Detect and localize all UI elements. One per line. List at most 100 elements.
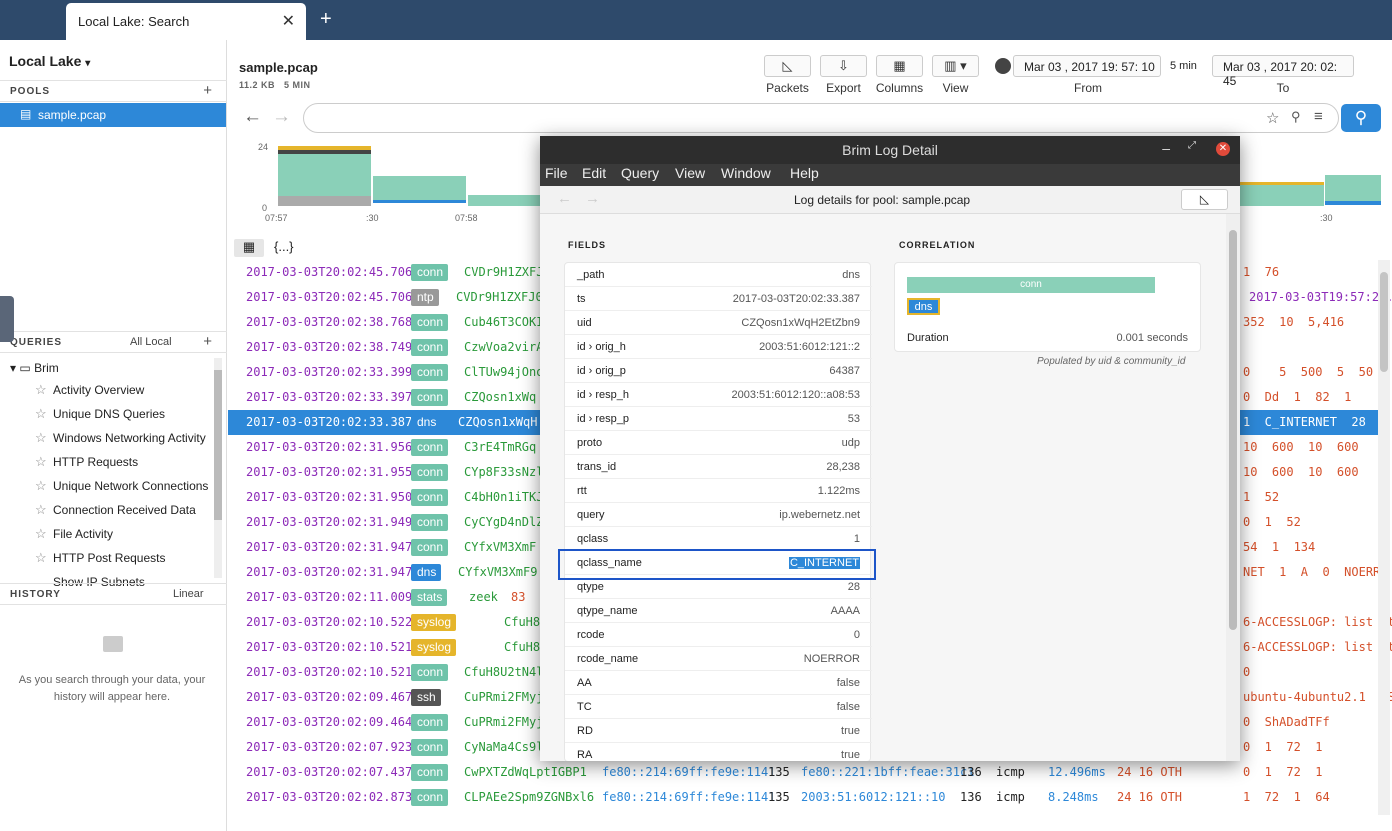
star-icon: ☆	[35, 430, 47, 445]
query-item[interactable]: ☆ Unique Network Connections	[35, 478, 208, 493]
menu-icon[interactable]: ≡	[1314, 108, 1323, 125]
export-button[interactable]: ⇩	[820, 55, 867, 77]
query-item[interactable]: ☆ HTTP Post Requests	[35, 550, 166, 565]
field-value[interactable]: false	[837, 677, 860, 689]
back-arrow-icon[interactable]: ←	[243, 106, 262, 128]
search-button[interactable]: ⚲	[1341, 104, 1381, 132]
field-row[interactable]: trans_id 28,238	[565, 455, 872, 479]
star-icon[interactable]: ☆	[1266, 109, 1279, 127]
field-row[interactable]: _path dns	[565, 263, 872, 287]
forward-arrow-icon[interactable]: →	[272, 106, 291, 128]
query-item[interactable]: ☆ HTTP Requests	[35, 454, 138, 469]
field-value[interactable]: true	[841, 749, 860, 761]
field-value[interactable]: 0	[854, 629, 860, 641]
table-row[interactable]: 2017-03-03T20:02:07.437 conn CwPXTZdWqLptI…	[228, 760, 1388, 785]
tab-local-lake-search[interactable]: Local Lake: Search ✕	[66, 3, 306, 40]
sidebar-toggle[interactable]	[0, 296, 14, 342]
field-value[interactable]: 64387	[829, 365, 860, 377]
add-pool-button[interactable]: +	[203, 82, 213, 99]
corr-conn-bar[interactable]: conn	[907, 277, 1155, 293]
query-item[interactable]: ☆ Activity Overview	[35, 382, 144, 397]
field-row[interactable]: id › resp_p 53	[565, 407, 872, 431]
json-view-icon[interactable]: {...}	[274, 239, 294, 254]
field-row[interactable]: AA false	[565, 671, 872, 695]
lake-selector[interactable]: Local Lake ▾	[9, 53, 90, 69]
field-value[interactable]: 2003:51:6012:121::2	[759, 341, 860, 353]
table-row[interactable]: 2017-03-03T20:02:02.873 conn CLPAEe2Spm9ZG…	[228, 785, 1388, 810]
field-value[interactable]: false	[837, 701, 860, 713]
field-value[interactable]: dns	[842, 269, 860, 281]
packets-button[interactable]: ◺	[1181, 189, 1228, 210]
field-row[interactable]: qtype_name AAAA	[565, 599, 872, 623]
export-icon: ⇩	[838, 58, 849, 73]
field-row[interactable]: query ip.webernetz.net	[565, 503, 872, 527]
forward-arrow-icon[interactable]: →	[585, 190, 600, 207]
add-query-button[interactable]: +	[203, 333, 213, 350]
menu-query[interactable]: Query	[621, 165, 659, 181]
table-view-icon[interactable]: ▦	[234, 239, 264, 257]
field-row[interactable]: RA true	[565, 743, 872, 761]
back-arrow-icon[interactable]: ←	[557, 190, 572, 207]
field-row[interactable]: id › orig_p 64387	[565, 359, 872, 383]
history-mode[interactable]: Linear	[173, 588, 204, 600]
query-item[interactable]: ☆ Windows Networking Activity	[35, 430, 206, 445]
queries-filter[interactable]: All Local	[130, 336, 172, 348]
field-value[interactable]: udp	[842, 437, 860, 449]
y-max-label: 24	[258, 142, 269, 152]
pin-icon[interactable]: ⚲	[1291, 109, 1301, 125]
field-row[interactable]: RD true	[565, 719, 872, 743]
field-value[interactable]: 28,238	[826, 461, 860, 473]
field-row[interactable]: qclass 1	[565, 527, 872, 551]
field-value[interactable]: 28	[848, 581, 860, 593]
field-row[interactable]: id › resp_h 2003:51:6012:120::a08:53	[565, 383, 872, 407]
field-value[interactable]: ip.webernetz.net	[779, 509, 860, 521]
results-scrollbar[interactable]	[1378, 260, 1390, 815]
minimize-icon[interactable]: –	[1162, 140, 1170, 156]
menu-view[interactable]: View	[675, 165, 705, 181]
menu-window[interactable]: Window	[721, 165, 771, 181]
field-row[interactable]: rcode 0	[565, 623, 872, 647]
query-group-brim[interactable]: ▾ ▭ Brim	[10, 361, 59, 375]
menu-edit[interactable]: Edit	[582, 165, 606, 181]
field-value[interactable]: AAAA	[831, 605, 860, 617]
menu-help[interactable]: Help	[790, 165, 819, 181]
close-window-icon[interactable]: ✕	[1216, 142, 1230, 156]
field-value[interactable]: 1	[854, 533, 860, 545]
packets-button[interactable]: ◺	[764, 55, 811, 77]
menu-bar: File Edit Query View Window Help	[540, 164, 1240, 186]
field-row[interactable]: TC false	[565, 695, 872, 719]
to-date-input[interactable]: Mar 03 , 2017 20: 02: 45	[1212, 55, 1354, 88]
star-icon: ☆	[35, 478, 47, 493]
field-value[interactable]: true	[841, 725, 860, 737]
pool-item-sample[interactable]: ▤ sample.pcap	[0, 103, 226, 127]
field-row[interactable]: id › orig_h 2003:51:6012:121::2	[565, 335, 872, 359]
queries-scrollbar[interactable]	[214, 358, 222, 578]
field-value[interactable]: 1.122ms	[818, 485, 860, 497]
close-tab-icon[interactable]: ✕	[282, 11, 295, 31]
query-item[interactable]: ☆ Connection Received Data	[35, 502, 196, 517]
view-button[interactable]: ▥ ▾	[932, 55, 979, 77]
new-tab-button[interactable]: +	[320, 8, 332, 31]
field-row[interactable]: uid CZQosn1xWqH2EtZbn9	[565, 311, 872, 335]
field-value[interactable]: CZQosn1xWqH2EtZbn9	[741, 317, 860, 329]
detail-scrollbar[interactable]	[1226, 214, 1240, 761]
query-item[interactable]: ☆ Unique DNS Queries	[35, 406, 165, 421]
field-value[interactable]: 2017-03-03T20:02:33.387	[733, 293, 860, 305]
search-input[interactable]: ☆ ⚲ ≡	[303, 103, 1339, 133]
menu-file[interactable]: File	[545, 165, 568, 181]
columns-button[interactable]: ▦	[876, 55, 923, 77]
field-value[interactable]: NOERROR	[804, 653, 860, 665]
field-value[interactable]: 53	[848, 413, 860, 425]
maximize-icon[interactable]: ⤢	[1188, 140, 1196, 151]
x-tick-label: :30	[1320, 213, 1333, 223]
field-value[interactable]: 2003:51:6012:120::a08:53	[732, 389, 860, 401]
star-icon: ☆	[35, 454, 47, 469]
corr-dns-bar[interactable]: dns	[907, 298, 940, 315]
field-row[interactable]: rcode_name NOERROR	[565, 647, 872, 671]
hist-bar	[1325, 175, 1381, 201]
field-row[interactable]: ts 2017-03-03T20:02:33.387	[565, 287, 872, 311]
field-row[interactable]: rtt 1.122ms	[565, 479, 872, 503]
field-row[interactable]: proto udp	[565, 431, 872, 455]
query-item[interactable]: ☆ File Activity	[35, 526, 113, 541]
from-date-input[interactable]: Mar 03 , 2017 19: 57: 10	[1013, 55, 1161, 77]
